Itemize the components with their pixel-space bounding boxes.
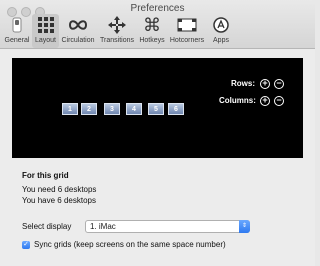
tab-layout[interactable]: Layout xyxy=(32,14,59,48)
window-title: Preferences xyxy=(130,3,185,14)
rows-add-button[interactable]: + xyxy=(260,79,270,89)
tab-circulation[interactable]: Circulation xyxy=(60,14,96,48)
screen-corners-icon xyxy=(177,15,197,35)
display-select-value: 1. iMac xyxy=(90,222,116,231)
select-display-label: Select display xyxy=(22,222,72,231)
rows-label: Rows: xyxy=(231,79,255,88)
infinity-icon xyxy=(68,15,88,35)
tab-apps[interactable]: Apps xyxy=(208,14,234,48)
tab-hotcorners[interactable]: Hotcorners xyxy=(168,14,206,48)
desktop-thumbnail[interactable]: 2 xyxy=(81,103,97,115)
display-select[interactable]: 1. iMac ⇕ xyxy=(85,220,250,233)
sync-grids-checkbox[interactable]: ✓ xyxy=(22,241,30,249)
preferences-window: Preferences General Layout Circulation T… xyxy=(0,0,315,266)
desktop-thumbnail[interactable]: 4 xyxy=(126,103,142,115)
columns-label: Columns: xyxy=(219,96,256,105)
grid-preview: 1 2 3 4 5 6 Rows: + − Columns: + − xyxy=(12,58,303,158)
grid-icon xyxy=(36,15,56,35)
rows-remove-button[interactable]: − xyxy=(274,79,284,89)
desktops-have-text: You have 6 desktops xyxy=(22,196,96,205)
desktop-thumbnail[interactable]: 6 xyxy=(168,103,184,115)
app-store-icon xyxy=(211,15,231,35)
switch-icon xyxy=(7,15,27,35)
title-bar: Preferences General Layout Circulation T… xyxy=(0,0,315,49)
desktop-thumbnail[interactable]: 1 xyxy=(62,103,78,115)
columns-remove-button[interactable]: − xyxy=(274,96,284,106)
tab-hotkeys[interactable]: ⌘ Hotkeys xyxy=(137,14,167,48)
tab-transitions[interactable]: Transitions xyxy=(98,14,136,48)
grid-info-heading: For this grid xyxy=(22,171,69,180)
desktop-thumbnail[interactable]: 3 xyxy=(104,103,120,115)
desktop-thumbnail[interactable]: 5 xyxy=(148,103,164,115)
tab-general[interactable]: General xyxy=(3,14,31,48)
sync-grids-label: Sync grids (keep screens on the same spa… xyxy=(34,240,226,249)
command-key-icon: ⌘ xyxy=(143,15,161,35)
move-arrows-icon xyxy=(107,15,127,35)
desktops-needed-text: You need 6 desktops xyxy=(22,185,97,194)
chevron-updown-icon: ⇕ xyxy=(239,220,250,233)
columns-add-button[interactable]: + xyxy=(260,96,270,106)
